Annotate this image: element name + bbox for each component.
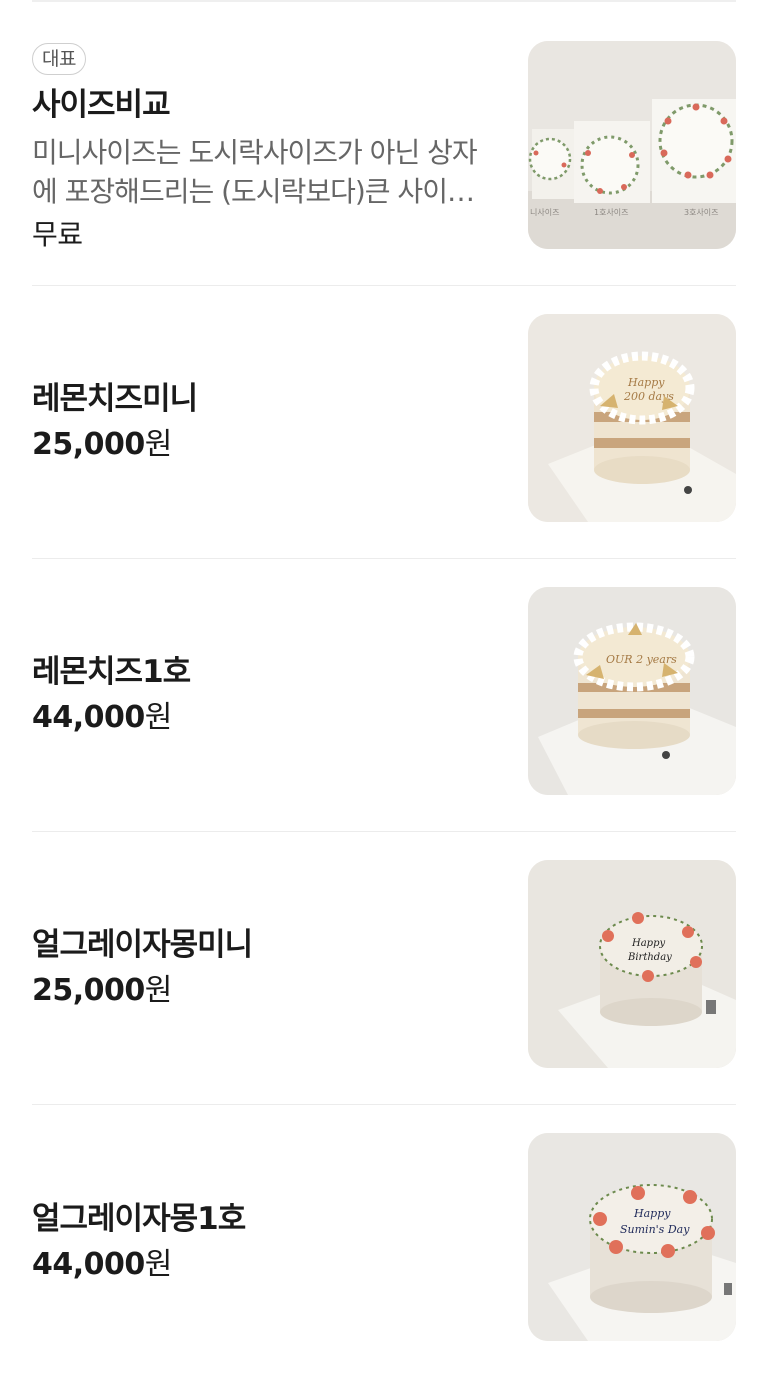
menu-item-price: 25,000원 <box>32 971 172 1011</box>
cake-writing-line-1: OUR 2 years <box>606 653 677 666</box>
cake-writing-line-1: Happy <box>627 376 665 389</box>
menu-item-price: 44,000원 <box>32 1245 172 1285</box>
cake-writing-line-1: Happy <box>631 938 665 949</box>
menu-item-photo[interactable]: 니사이즈 1호사이즈 3호사이즈 <box>528 41 736 249</box>
cake-writing-line-2: Birthday <box>627 952 672 963</box>
price-amount: 25,000 <box>32 973 145 1008</box>
representative-badge: 대표 <box>32 43 86 75</box>
menu-item-info: 얼그레이자몽미니 25,000원 <box>32 925 494 1011</box>
price-amount: 25,000 <box>32 427 145 462</box>
price-amount: 44,000 <box>32 700 145 735</box>
menu-item-info: 레몬치즈1호 44,000원 <box>32 652 494 738</box>
menu-item-size-compare[interactable]: 대표 사이즈비교 미니사이즈는 도시락사이즈가 아닌 상자에 포장해드리는 (도… <box>32 13 736 286</box>
menu-item-price: 44,000원 <box>32 698 172 738</box>
earlgrey-grapefruit-mini-photo-image: Happy Birthday <box>528 860 736 1068</box>
menu-item-name: 얼그레이자몽미니 <box>32 927 253 963</box>
menu-list: 대표 사이즈비교 미니사이즈는 도시락사이즈가 아닌 상자에 포장해드리는 (도… <box>32 13 736 1378</box>
menu-item-info: 얼그레이자몽1호 44,000원 <box>32 1199 494 1285</box>
menu-item-lemon-cheese-mini[interactable]: 레몬치즈미니 25,000원 Happy 200 days <box>32 286 736 559</box>
price-amount: 44,000 <box>32 1246 145 1282</box>
photo-label-3ho: 3호사이즈 <box>684 207 719 217</box>
menu-item-price: 무료 <box>32 218 83 251</box>
price-unit: 원 <box>144 1246 173 1282</box>
menu-item-name: 레몬치즈1호 <box>32 654 191 690</box>
menu-item-name: 얼그레이자몽1호 <box>32 1200 246 1237</box>
cake-writing-line-1: Happy <box>633 1207 671 1220</box>
menu-item-name: 사이즈비교 <box>32 87 171 123</box>
menu-item-photo[interactable]: Happy 200 days <box>528 314 736 522</box>
cake-writing-line-2: Sumin's Day <box>620 1223 690 1236</box>
size-compare-photo-image: 니사이즈 1호사이즈 3호사이즈 <box>528 41 736 249</box>
menu-item-earlgrey-grapefruit-mini[interactable]: 얼그레이자몽미니 25,000원 Happy Birthday <box>32 832 736 1105</box>
menu-item-photo[interactable]: Happy Birthday <box>528 860 736 1068</box>
photo-label-1ho: 1호사이즈 <box>594 207 629 217</box>
price-unit: 원 <box>144 973 173 1008</box>
price-unit: 원 <box>144 700 173 735</box>
menu-item-info: 레몬치즈미니 25,000원 <box>32 379 494 465</box>
earlgrey-grapefruit-1ho-photo-image: Happy Sumin's Day <box>528 1133 736 1341</box>
lemon-cheese-mini-photo-image: Happy 200 days <box>528 314 736 522</box>
lemon-cheese-1ho-photo-image: OUR 2 years <box>528 587 736 795</box>
menu-item-earlgrey-grapefruit-1ho[interactable]: 얼그레이자몽1호 44,000원 Happy Sumin's Day <box>32 1105 736 1378</box>
menu-item-price: 25,000원 <box>32 425 172 465</box>
photo-label-mini: 니사이즈 <box>530 207 559 217</box>
top-divider <box>32 0 736 2</box>
menu-item-photo[interactable]: OUR 2 years <box>528 587 736 795</box>
menu-item-name: 레몬치즈미니 <box>32 381 198 417</box>
menu-item-info: 대표 사이즈비교 미니사이즈는 도시락사이즈가 아닌 상자에 포장해드리는 (도… <box>32 43 494 255</box>
menu-item-photo[interactable]: Happy Sumin's Day <box>528 1133 736 1341</box>
price-unit: 원 <box>144 427 173 462</box>
menu-item-lemon-cheese-1ho[interactable]: 레몬치즈1호 44,000원 OUR 2 years <box>32 559 736 832</box>
menu-item-description: 미니사이즈는 도시락사이즈가 아닌 상자에 포장해드리는 (도시락보다)큰 사이… <box>32 136 478 208</box>
